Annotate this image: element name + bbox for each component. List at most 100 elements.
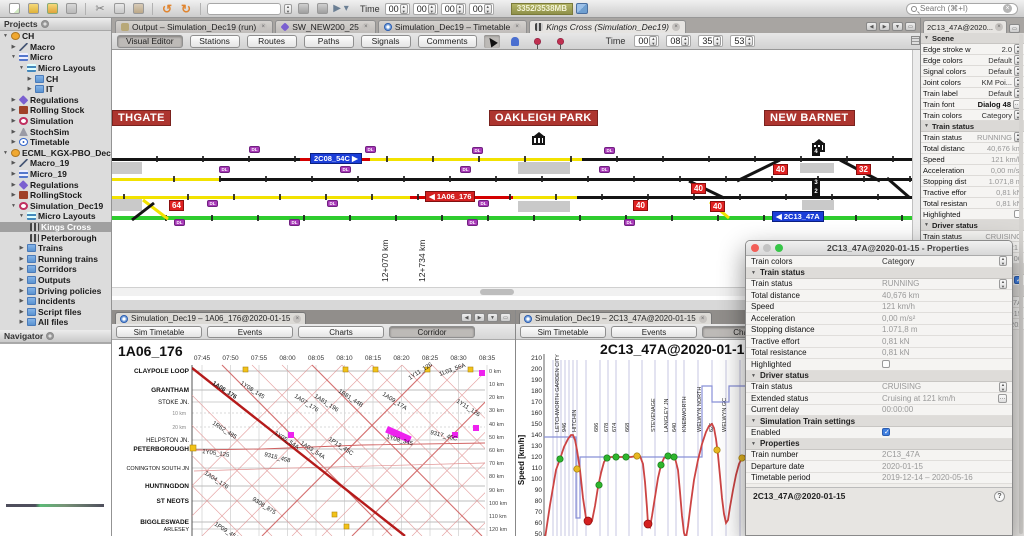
property-row[interactable]: Acceleration 0,00 m/s² [921,165,1024,176]
collapse-arrow-icon[interactable] [18,309,25,315]
train-status-section-header[interactable]: Train status [746,267,1012,279]
train-label-2c13[interactable]: ◀ 2C13_47A [772,211,824,222]
spinner-stepper[interactable] [713,36,722,46]
sidebar-item-rollingstock19[interactable]: RollingStock [0,190,111,201]
property-row[interactable]: Extended status Cruising at 121 km/h… [746,393,1012,405]
dl-badge[interactable]: DL [174,219,185,226]
property-row[interactable]: Train label Default [921,88,1024,99]
time-hours-spinner[interactable]: 00 [384,2,410,15]
dl-badge[interactable]: DL [478,200,489,207]
comments-button[interactable]: Comments [417,34,477,48]
gear-icon[interactable] [46,332,55,340]
property-value[interactable]: Default [988,67,1012,76]
property-row[interactable]: Total resistan 0,81 kN [921,198,1024,209]
spinner-stepper[interactable] [649,36,658,46]
dl-badge[interactable]: DL [207,200,218,207]
time-minutes-spinner[interactable]: 00 [412,2,438,15]
build-all-icon[interactable] [314,2,330,16]
property-row[interactable]: Train status CRUISING [746,381,1012,393]
sidebar-item-macro[interactable]: Macro [0,42,111,53]
collapse-arrow-icon[interactable] [10,171,17,177]
ellipsis-button[interactable]: … [998,393,1007,403]
pin-tool[interactable] [530,35,546,49]
tab-list-icon[interactable]: ▼ [487,313,498,322]
tab-minimize-icon[interactable]: ▭ [500,313,511,322]
property-row[interactable]: Train colors Category [746,256,1012,268]
highlighted-checkbox[interactable] [882,360,890,369]
sim-time-frames-spinner[interactable]: 53 [730,35,756,47]
spinner-stepper[interactable] [745,36,754,46]
dl-badge[interactable]: DL [340,166,351,173]
sidebar-item-micro-layouts-dec19[interactable]: Micro Layouts [0,211,111,222]
dl-badge[interactable]: DL [327,200,338,207]
sidebar-item-trains[interactable]: Trains [0,243,111,254]
collapse-arrow-icon[interactable] [10,129,17,135]
dl-badge[interactable]: DL [604,147,615,154]
property-row[interactable]: Train number 2C13_47A [746,449,1012,461]
sidebar-item-corridors[interactable]: Corridors [0,264,111,275]
sidebar-item-stochsim[interactable]: StochSim [0,126,111,137]
property-value[interactable]: KM Poi... [982,78,1012,87]
corridor-button[interactable]: Corridor [389,326,475,338]
tab-2c13-window[interactable]: Simulation_Dec19 – 2C13_47A@2020-01-15 × [519,312,712,324]
scrollbar-thumb[interactable] [480,289,514,295]
speed-limit-badge[interactable]: 40 [773,164,788,175]
dl-badge[interactable]: DL [249,146,260,153]
expand-arrow-icon[interactable] [18,65,25,71]
collapse-arrow-icon[interactable] [26,86,33,92]
collapse-arrow-icon[interactable] [18,256,25,262]
tab-scroll-right-icon[interactable]: ▶ [474,313,485,322]
collapse-arrow-icon[interactable] [10,97,17,103]
panel-scrollbar[interactable] [1019,34,1023,534]
minimize-window-icon[interactable] [763,244,771,252]
close-icon[interactable]: × [672,23,681,31]
tab-2c13-properties[interactable]: 2C13_47A@2020... × [923,20,1007,33]
sidebar-item-ecml[interactable]: ECML_KGX-PBO_Dec1 [0,148,111,159]
dl-badge[interactable]: DL [460,166,471,173]
paths-button[interactable]: Paths [303,34,354,48]
tab-kings-cross[interactable]: Kings Cross (Simulation_Dec19) × [529,20,687,33]
tab-scroll-right-icon[interactable]: ▶ [879,22,890,31]
dl-badge[interactable]: DL [467,219,478,226]
sidebar-item-ch[interactable]: CH [0,31,111,42]
collapse-arrow-icon[interactable] [10,182,17,188]
property-value[interactable]: Category [882,257,996,266]
sidebar-item-peterborough[interactable]: Peterborough [0,232,111,243]
collapse-arrow-icon[interactable] [18,288,25,294]
property-row[interactable]: Total resistance 0,81 kN [746,347,1012,359]
property-row[interactable]: Acceleration 0,00 m/s² [746,313,1012,325]
property-row[interactable]: Tractive effor 0,81 kN [921,187,1024,198]
spinner-stepper[interactable] [681,36,690,46]
window-title-bar[interactable]: 2C13_47A@2020-01-15 - Properties [746,241,1012,256]
signal-badge[interactable]: 2 [812,187,820,196]
station-label[interactable]: THGATE [112,110,171,126]
sidebar-item-script-files[interactable]: Script files [0,306,111,317]
sidebar-item-outputs[interactable]: Outputs [0,275,111,286]
sidebar-item-timetable[interactable]: Timetable [0,137,111,148]
collapse-arrow-icon[interactable] [18,319,25,325]
close-icon[interactable]: × [995,23,1003,31]
help-icon[interactable]: ? [994,490,1005,502]
property-row[interactable]: Train status RUNNING [746,278,1012,290]
spinner-stepper[interactable] [399,3,408,14]
train-properties-window[interactable]: 2C13_47A@2020-01-15 - Properties Train c… [745,240,1013,536]
property-row[interactable]: Highlighted [921,209,1024,220]
stepper[interactable] [999,278,1007,289]
tab-minimize-icon[interactable]: ▭ [905,22,916,31]
speed-limit-badge[interactable]: 40 [633,200,648,211]
tab-sw-new200[interactable]: SW_NEW200_25 × [275,20,376,33]
close-icon[interactable]: × [698,314,707,323]
property-row[interactable]: Highlighted [746,359,1012,371]
train-label-1a06[interactable]: ◀ 1A06_176 [425,191,476,202]
driver-status-section-header[interactable]: Driver status [746,370,1012,382]
property-row[interactable]: Signal colors Default [921,66,1024,77]
collapse-arrow-icon[interactable] [18,245,25,251]
sim-time-minutes-spinner[interactable]: 08 [666,35,692,47]
sim-timetable-button[interactable]: Sim Timetable [520,326,606,338]
time-seconds-spinner[interactable]: 00 [440,2,466,15]
paste-icon[interactable] [130,2,146,16]
dl-badge[interactable]: DL [289,219,300,226]
combo-stepper[interactable] [284,3,292,14]
pin-arrow-tool[interactable] [553,35,569,49]
signal-badge[interactable]: 3 [812,178,820,187]
